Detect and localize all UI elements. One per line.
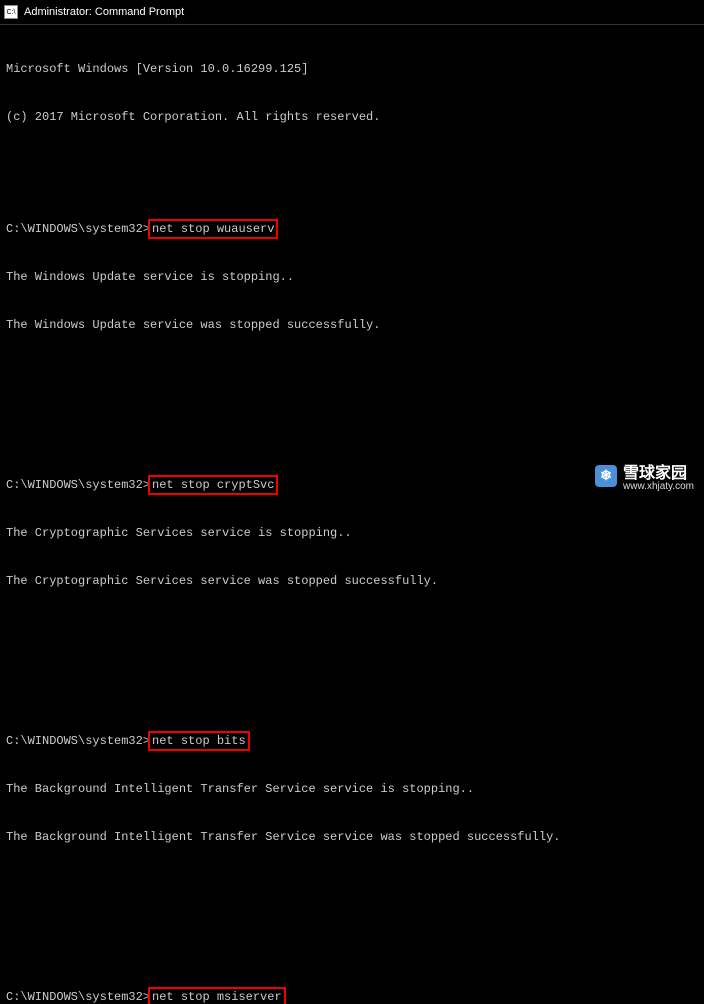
- highlight-box: net stop bits: [148, 731, 250, 751]
- prompt: C:\WINDOWS\system32>: [6, 990, 150, 1004]
- version-line: Microsoft Windows [Version 10.0.16299.12…: [6, 61, 698, 77]
- copyright-line: (c) 2017 Microsoft Corporation. All righ…: [6, 109, 698, 125]
- highlight-box: net stop cryptSvc: [148, 475, 278, 495]
- output-line: The Windows Update service was stopped s…: [6, 317, 698, 333]
- watermark-main: 雪球家园: [623, 459, 694, 483]
- watermark-logo-icon: ❄: [595, 465, 617, 487]
- cmd-line: C:\WINDOWS\system32>net stop wuauserv: [6, 221, 698, 237]
- prompt: C:\WINDOWS\system32>: [6, 478, 150, 492]
- cmd-icon: C:\: [4, 5, 18, 19]
- prompt: C:\WINDOWS\system32>: [6, 734, 150, 748]
- cmd-line: C:\WINDOWS\system32>net stop bits: [6, 733, 698, 749]
- window-titlebar[interactable]: C:\ Administrator: Command Prompt: [0, 0, 704, 25]
- terminal-area[interactable]: Microsoft Windows [Version 10.0.16299.12…: [0, 25, 704, 1004]
- output-line: The Cryptographic Services service was s…: [6, 573, 698, 589]
- highlight-box: net stop wuauserv: [148, 219, 278, 239]
- prompt: C:\WINDOWS\system32>: [6, 222, 150, 236]
- output-line: The Windows Update service is stopping..: [6, 269, 698, 285]
- watermark-sub: www.xhjaty.com: [623, 481, 694, 492]
- window-title: Administrator: Command Prompt: [24, 6, 184, 18]
- output-line: The Background Intelligent Transfer Serv…: [6, 829, 698, 845]
- highlight-box: net stop msiserver: [148, 987, 286, 1004]
- cmd-line: C:\WINDOWS\system32>net stop msiserver: [6, 989, 698, 1004]
- output-line: The Background Intelligent Transfer Serv…: [6, 781, 698, 797]
- watermark: ❄ 雪球家园 www.xhjaty.com: [595, 459, 694, 492]
- output-line: The Cryptographic Services service is st…: [6, 525, 698, 541]
